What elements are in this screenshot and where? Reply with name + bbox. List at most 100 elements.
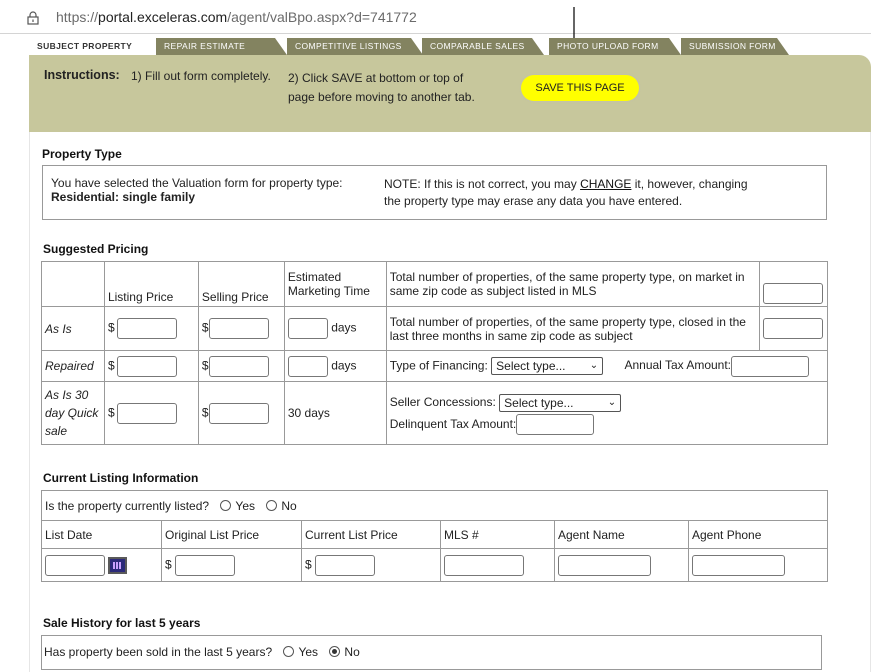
days-label: days (331, 358, 357, 373)
repaired-selling-price-input[interactable] (208, 355, 269, 377)
currency-symbol: $ (107, 320, 115, 335)
repaired-days-input[interactable] (287, 355, 328, 377)
tab-label: Repair Estimate (164, 41, 246, 51)
address-bar[interactable]: https://portal.exceleras.com/agent/valBp… (0, 0, 871, 34)
tab-label: Competitive Listings (295, 41, 402, 51)
financing-selected-value: Select type... (496, 359, 566, 373)
instructions-panel: Instructions: 1) Fill out form completel… (29, 55, 871, 132)
tab-photo-upload-form[interactable]: Photo Upload Form (549, 38, 681, 55)
sold-yes-radio[interactable] (283, 646, 295, 657)
listed-question: Is the property currently listed? (45, 498, 210, 513)
sale-history-box: Has property been sold in the last 5 yea… (41, 635, 822, 670)
listed-no-label: No (281, 498, 297, 513)
calendar-icon[interactable] (108, 556, 128, 574)
currency-symbol: $ (107, 358, 115, 373)
listed-yes-label: Yes (235, 498, 255, 513)
sale-history-question: Has property been sold in the last 5 yea… (44, 645, 273, 659)
column-header: MLS # (440, 520, 555, 549)
financing-select[interactable]: Select type... ⌄ (491, 357, 604, 375)
repaired-listing-price-input[interactable] (116, 355, 177, 377)
mls-number-input[interactable] (444, 554, 524, 576)
pricing-row-label: As Is (41, 306, 105, 351)
tab-label: Photo Upload Form (557, 41, 659, 51)
original-list-price-input[interactable] (175, 554, 236, 576)
quick-sale-time: 30 days (283, 381, 387, 445)
concessions-label: Seller Concessions: (389, 394, 496, 409)
agent-name-input[interactable] (558, 554, 651, 576)
on-market-count-input[interactable] (762, 283, 823, 304)
tab-subject-property[interactable]: Subject Property (29, 38, 159, 55)
column-header: Original List Price (161, 520, 302, 549)
sold-no-radio[interactable] (329, 646, 341, 657)
selling-price-header: Selling Price (197, 261, 285, 307)
property-type-note: NOTE: If this is not correct, you may CH… (384, 176, 764, 210)
pricing-header-blank (41, 261, 105, 307)
tab-submission-form[interactable]: Submission Form (681, 38, 789, 55)
sold-yes-label: Yes (298, 645, 319, 659)
url-text[interactable]: https://portal.exceleras.com/agent/valBp… (56, 9, 417, 25)
save-button[interactable]: SAVE THIS PAGE (521, 75, 639, 101)
chevron-down-icon: ⌄ (589, 360, 599, 371)
current-list-price-input[interactable] (315, 554, 376, 576)
currency-symbol: $ (107, 405, 115, 420)
delinquent-tax-input[interactable] (516, 414, 595, 436)
repaired-listing-cell: $ (103, 350, 199, 382)
tab-label: Subject Property (37, 41, 133, 51)
closed-count-label: Total number of properties, of the same … (385, 306, 760, 351)
instructions-title: Instructions: (44, 68, 120, 82)
currency-symbol: $ (201, 405, 209, 420)
sale-history-title: Sale History for last 5 years (43, 616, 201, 630)
listed-yes-radio[interactable] (220, 499, 232, 511)
url-prefix: https:// (56, 9, 99, 25)
on-market-count-cell (758, 261, 829, 307)
repaired-time-cell: days (283, 350, 387, 382)
suggested-pricing-title: Suggested Pricing (43, 242, 149, 256)
financing-cell: Type of Financing: Select type... ⌄ Annua… (385, 350, 829, 382)
column-header: Current List Price (301, 520, 441, 549)
tab-repair-estimate[interactable]: Repair Estimate (156, 38, 287, 55)
quick-sale-selling-price-input[interactable] (208, 402, 269, 424)
as-is-days-input[interactable] (287, 318, 328, 339)
url-domain: portal.exceleras.com (98, 9, 228, 25)
change-property-type-link[interactable]: CHANGE (580, 177, 631, 191)
delinquent-tax-label: Delinquent Tax Amount: (389, 416, 517, 431)
marketing-time-header: Estimated Marketing Time (283, 261, 387, 307)
as-is-selling-price-input[interactable] (208, 318, 269, 339)
list-date-input[interactable] (45, 554, 105, 576)
property-type-title: Property Type (42, 147, 122, 161)
tab-label: Submission Form (689, 41, 776, 51)
chevron-down-icon: ⌄ (607, 396, 617, 408)
property-type-selected: You have selected the Valuation form for… (51, 176, 371, 204)
listed-no-radio[interactable] (266, 499, 278, 511)
quick-sale-listing-price-input[interactable] (116, 402, 177, 424)
closed-count-input[interactable] (762, 318, 823, 339)
agent-phone-input[interactable] (692, 554, 785, 576)
current-price-cell: $ (301, 548, 441, 582)
currency-symbol: $ (305, 557, 312, 572)
tab-competitive-listings[interactable]: Competitive Listings (287, 38, 423, 55)
as-is-listing-price-input[interactable] (116, 318, 177, 339)
tab-comparable-sales[interactable]: Comparable Sales (422, 38, 544, 55)
column-header: List Date (41, 520, 162, 549)
currency-symbol: $ (201, 358, 209, 373)
original-price-cell: $ (161, 548, 302, 582)
pricing-row-label: As Is 30 day Quick sale (41, 381, 105, 445)
repaired-selling-cell: $ (197, 350, 285, 382)
tab-label: Comparable Sales (430, 41, 525, 51)
as-is-time-cell: days (283, 306, 387, 351)
concessions-select[interactable]: Select type... ⌄ (499, 393, 622, 412)
quick-sale-selling-cell: $ (197, 381, 285, 445)
property-type-value: Residential: single family (51, 190, 196, 204)
listed-question-cell: Is the property currently listed? Yes No (41, 490, 828, 521)
sale-history-question-row: Has property been sold in the last 5 yea… (44, 645, 360, 659)
as-is-listing-cell: $ (103, 306, 199, 351)
annual-tax-input[interactable] (731, 355, 810, 377)
url-path: /agent/valBpo.aspx?d=741772 (227, 9, 417, 25)
suggested-pricing-table: Listing Price Selling Price Estimated Ma… (41, 261, 829, 445)
concessions-selected-value: Select type... (504, 395, 574, 410)
listing-price-header: Listing Price (103, 261, 199, 307)
as-is-selling-cell: $ (197, 306, 285, 351)
agent-name-cell (554, 548, 689, 582)
annual-tax-label: Annual Tax Amount: (624, 358, 732, 373)
quick-sale-listing-cell: $ (103, 381, 199, 445)
